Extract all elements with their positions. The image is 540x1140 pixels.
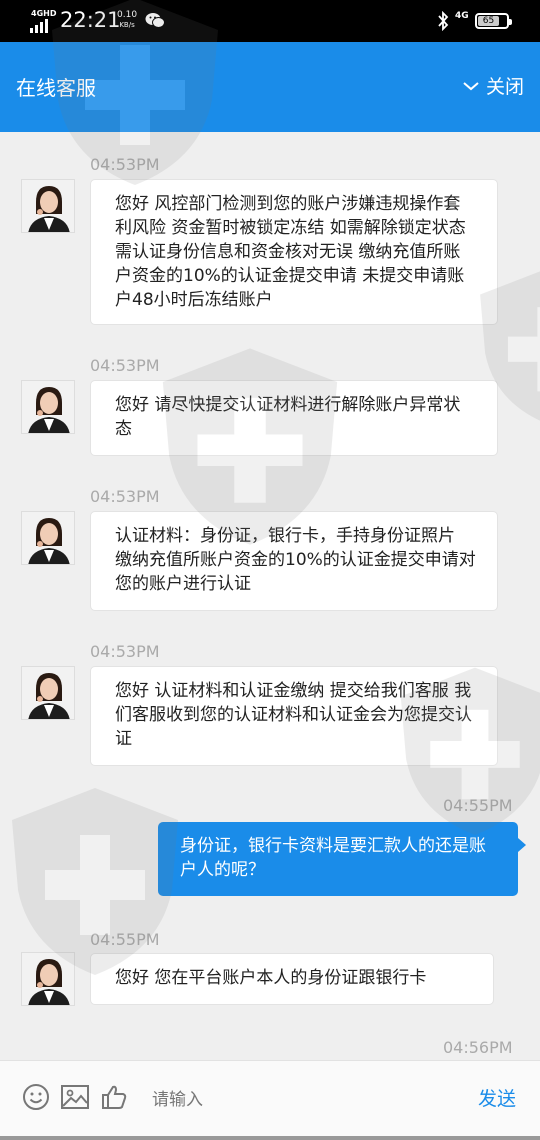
wechat-icon [145, 13, 165, 28]
battery-icon: 65 [475, 13, 512, 29]
message-text: 您好 风控部门检测到您的账户涉嫌违规操作套利风险 资金暂时被锁定冻结 如需解除锁… [115, 194, 466, 310]
message-time: 04:53PM [90, 155, 160, 174]
message-time: 04:53PM [90, 642, 160, 661]
agent-message-bubble: 您好 认证材料和认证金缴纳 提交给我们客服 我们客服收到您的认证材料和认证金会为… [90, 666, 498, 766]
net-speed-unit: KB/s [119, 21, 135, 29]
thumbs-up-icon[interactable] [100, 1083, 128, 1111]
agent-message-bubble: 您好 您在平台账户本人的身份证跟银行卡 [90, 953, 494, 1005]
agent-message-bubble: 认证材料：身份证，银行卡，手持身份证照片 缴纳充值所账户资金的10%的认证金提交… [90, 511, 498, 611]
clock: 22:21 [60, 8, 121, 32]
battery-level: 65 [478, 16, 499, 26]
message-text: 您好 认证材料和认证金缴纳 提交给我们客服 我们客服收到您的认证材料和认证金会为… [115, 681, 472, 749]
navigation-bar [0, 1136, 540, 1140]
agent-avatar [21, 380, 75, 434]
message-time: 04:53PM [90, 487, 160, 506]
bubble-tail [518, 838, 526, 852]
message-time: 04:53PM [90, 356, 160, 375]
close-label: 关闭 [485, 76, 524, 98]
agent-avatar [21, 666, 75, 720]
chat-area[interactable]: 04:53PM 您好 风控部门检测到您的账户涉嫌违规操作套利风险 资金暂时被锁定… [0, 132, 540, 1060]
input-bar: 请输入 发送 [0, 1060, 540, 1140]
agent-avatar [21, 952, 75, 1006]
image-icon[interactable] [60, 1083, 90, 1111]
bluetooth-icon [438, 11, 449, 31]
send-button[interactable]: 发送 [478, 1084, 516, 1111]
agent-message-bubble: 您好 风控部门检测到您的账户涉嫌违规操作套利风险 资金暂时被锁定冻结 如需解除锁… [90, 179, 498, 325]
net-speed-value: 0.10 [117, 10, 138, 20]
chevron-down-icon [463, 81, 479, 90]
network-type-right: 4G [455, 11, 469, 21]
message-text: 认证材料：身份证，银行卡，手持身份证照片 缴纳充值所账户资金的10%的认证金提交… [115, 526, 476, 594]
message-input[interactable]: 请输入 [152, 1085, 203, 1110]
user-message-bubble: 身份证，银行卡资料是要汇款人的还是账户人的呢？ [158, 822, 518, 896]
status-bar: 4GHD 22:21 0.10 KB/s 4G 65 [0, 0, 540, 42]
signal-icon [30, 19, 48, 33]
message-time: 04:55PM [90, 930, 160, 949]
message-text: 身份证，银行卡资料是要汇款人的还是账户人的呢？ [180, 836, 486, 880]
agent-avatar [21, 179, 75, 233]
net-speed: 0.10 KB/s [117, 10, 137, 30]
agent-message-bubble: 您好 请尽快提交认证材料进行解除账户异常状态 [90, 380, 498, 456]
network-type: 4GHD [31, 9, 57, 18]
message-time: 04:56PM [443, 1038, 513, 1057]
message-text: 您好 您在平台账户本人的身份证跟银行卡 [115, 968, 427, 988]
close-button[interactable]: 关闭 [462, 72, 524, 99]
message-time: 04:55PM [443, 796, 513, 815]
message-text: 您好 请尽快提交认证材料进行解除账户异常状态 [115, 395, 461, 439]
page-title: 在线客服 [16, 76, 96, 100]
smiley-icon[interactable] [22, 1083, 50, 1111]
agent-avatar [21, 511, 75, 565]
chat-header: 在线客服 关闭 [0, 42, 540, 132]
